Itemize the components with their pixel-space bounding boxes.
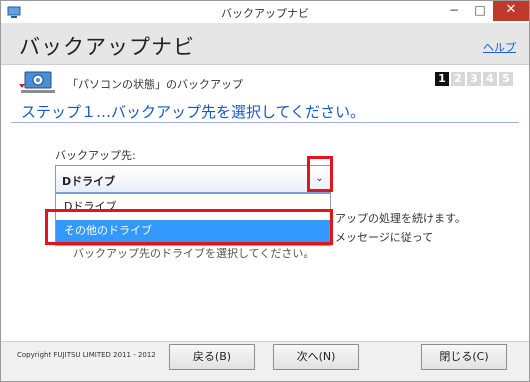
arrow-highlight-frame <box>307 156 333 192</box>
step-1: 1 <box>435 72 449 86</box>
step-4: 4 <box>483 72 497 86</box>
step-5: 5 <box>499 72 513 86</box>
destination-select-value: Dドライブ <box>62 175 116 188</box>
footer-divider <box>1 341 529 342</box>
step-2: 2 <box>451 72 465 86</box>
maximize-button[interactable]: □ <box>467 1 493 21</box>
backup-navi-window: バックアップナビ − □ ✕ バックアップナビ ヘルプ 「パソコンの状態」のバッ… <box>0 0 530 382</box>
header-band: バックアップナビ ヘルプ <box>1 23 529 65</box>
back-button[interactable]: 戻る(B) <box>169 344 255 370</box>
next-button[interactable]: 次へ(N) <box>273 344 359 370</box>
description-line-3: バックアップ先のドライブを選択してください。 <box>73 247 315 260</box>
close-button[interactable]: 閉じる(C) <box>421 344 507 370</box>
help-link[interactable]: ヘルプ <box>483 39 516 55</box>
main-content: 「パソコンの状態」のバックアップ 1 2 3 4 5 ステップ１…バックアップ先… <box>1 65 529 341</box>
destination-select[interactable]: Dドライブ ⌄ <box>55 165 331 193</box>
option-highlight-frame <box>45 209 333 245</box>
heading-divider <box>11 122 519 123</box>
step-indicator: 1 2 3 4 5 <box>435 72 513 86</box>
step-heading: ステップ１…バックアップ先を選択してください。 <box>21 103 366 121</box>
step-3: 3 <box>467 72 481 86</box>
section-caption: 「パソコンの状態」のバックアップ <box>67 78 243 91</box>
pc-gear-icon <box>19 71 55 93</box>
destination-label: バックアップ先: <box>55 149 136 162</box>
close-window-button[interactable]: ✕ <box>493 1 529 21</box>
description-line-1: アップの処理を続けます。 <box>335 212 466 225</box>
title-bar: バックアップナビ − □ ✕ <box>1 1 529 23</box>
app-title: バックアップナビ <box>19 35 195 59</box>
minimize-button[interactable]: − <box>441 1 467 21</box>
description-line-2: メッセージに従って <box>335 231 434 244</box>
copyright-text: Copyright FUJITSU LIMITED 2011 - 2012 <box>17 351 156 359</box>
